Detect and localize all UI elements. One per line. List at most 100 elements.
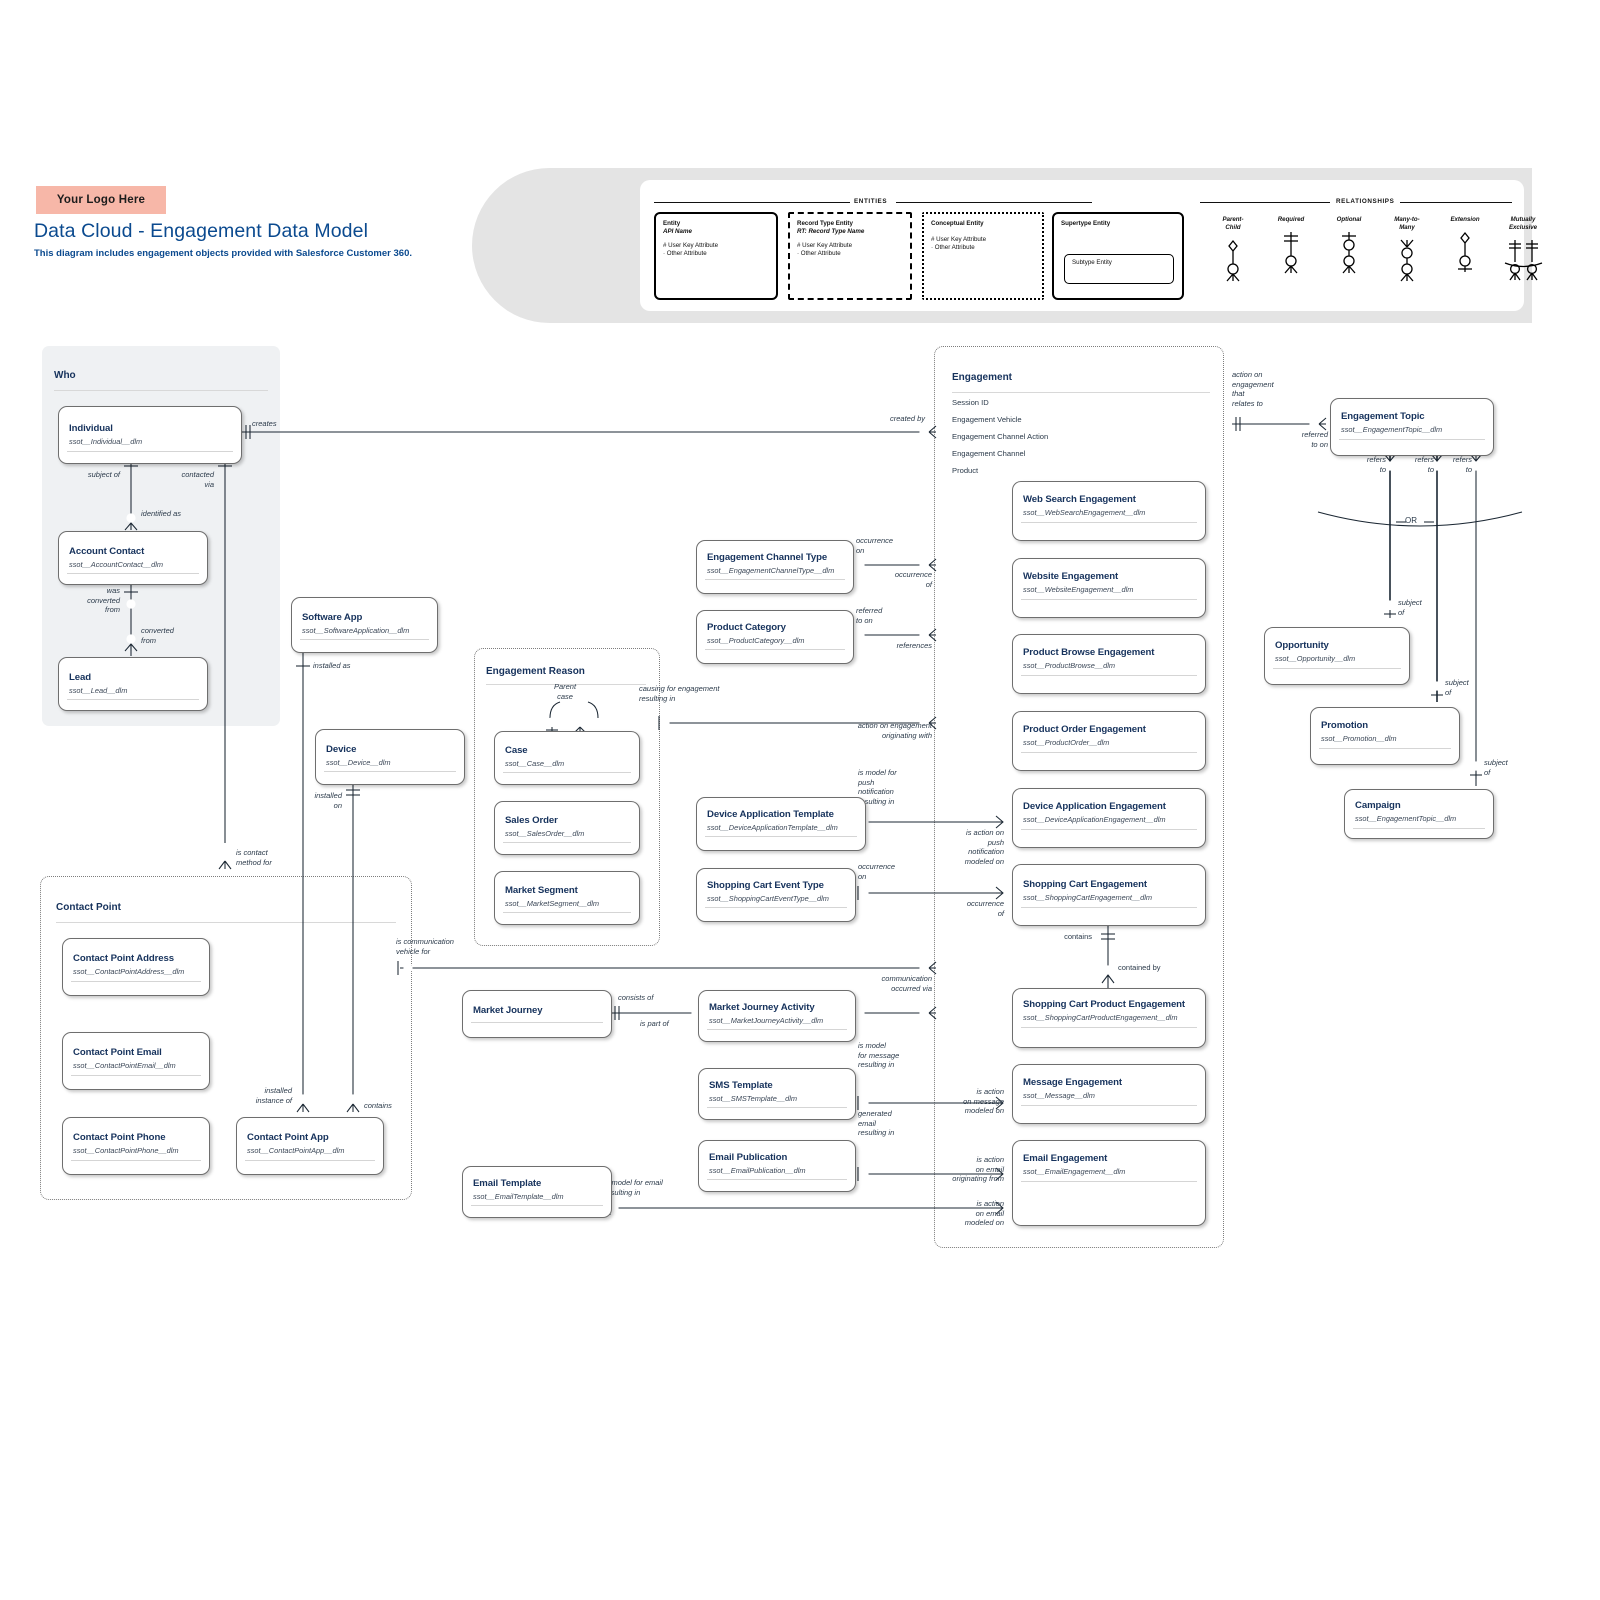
engagement-attr-4: Product: [952, 466, 979, 475]
entity-sales-order[interactable]: Sales Order ssot__SalesOrder__dlm: [494, 801, 640, 855]
entity-cp-email-separator: [71, 1075, 201, 1076]
entity-cp-address-name: Contact Point Address: [73, 953, 174, 964]
label-is-model-for-email: is model for email resulting in: [604, 1178, 663, 1197]
entity-email-publication[interactable]: Email Publication ssot__EmailPublication…: [698, 1140, 856, 1192]
label-subject-of-promotion: subject of: [1445, 678, 1469, 697]
entity-engagement-topic-api: ssot__EngagementTopic__dlm: [1341, 425, 1443, 434]
entity-cp-phone-api: ssot__ContactPointPhone__dlm: [73, 1146, 179, 1155]
entity-campaign-name: Campaign: [1355, 800, 1401, 811]
engagement-attr-2: Engagement Channel Action: [952, 432, 1049, 441]
label-contacted-via: contacted via: [181, 470, 214, 489]
entity-campaign[interactable]: Campaign ssot__EngagementTopic__dlm: [1344, 789, 1494, 839]
entity-scet-api: ssot__ShoppingCartEventType__dlm: [707, 894, 829, 903]
logo-label: Your Logo Here: [56, 194, 146, 206]
label-referred-to-on-topic: referred to on: [1301, 430, 1328, 449]
entity-cp-app-name: Contact Point App: [247, 1132, 329, 1143]
entity-engagement-channel-type[interactable]: Engagement Channel Type ssot__Engagement…: [696, 540, 854, 594]
label-installed-as: installed as: [313, 661, 351, 670]
entity-dae-name: Device Application Engagement: [1023, 801, 1166, 812]
engagement-attr-3: Engagement Channel: [952, 449, 1026, 458]
legend-entities-caption: ENTITIES: [854, 198, 888, 205]
entity-engagement-topic[interactable]: Engagement Topic ssot__EngagementTopic__…: [1330, 398, 1494, 456]
entity-device-application-template[interactable]: Device Application Template ssot__Device…: [696, 797, 866, 851]
entity-opportunity[interactable]: Opportunity ssot__Opportunity__dlm: [1264, 627, 1410, 685]
entity-dat-name: Device Application Template: [707, 809, 834, 820]
entity-market-journey-name: Market Journey: [473, 1005, 543, 1016]
entity-market-segment-separator: [503, 912, 631, 913]
entity-website-eng-separator: [1021, 599, 1197, 600]
entity-cp-email-api: ssot__ContactPointEmail__dlm: [73, 1061, 176, 1070]
legend-ce-other: · Other Attribute: [931, 244, 975, 251]
entity-contact-point-app[interactable]: Contact Point App ssot__ContactPointApp_…: [236, 1117, 384, 1175]
label-installed-instance-of: installed instance of: [255, 1086, 292, 1105]
entity-market-journey[interactable]: Market Journey: [462, 990, 612, 1038]
entity-product-order-engagement[interactable]: Product Order Engagement ssot__ProductOr…: [1012, 711, 1206, 771]
entity-shopping-cart-product-engagement[interactable]: Shopping Cart Product Engagement ssot__S…: [1012, 988, 1206, 1048]
entity-individual[interactable]: Individual ssot__Individual__dlm: [58, 406, 242, 464]
entity-product-category[interactable]: Product Category ssot__ProductCategory__…: [696, 610, 854, 664]
entity-dat-separator: [705, 836, 857, 837]
entity-shopping-cart-event-type[interactable]: Shopping Cart Event Type ssot__ShoppingC…: [696, 868, 856, 922]
entity-pbe-name: Product Browse Engagement: [1023, 647, 1155, 658]
entity-case-api: ssot__Case__dlm: [505, 759, 565, 768]
entity-website-engagement[interactable]: Website Engagement ssot__WebsiteEngageme…: [1012, 558, 1206, 618]
legend-rt-other: · Other Attribute: [797, 250, 841, 257]
legend-ce-key: # User Key Attribute: [931, 236, 987, 243]
legend-entity-supertype: Supertype Entity Subtype Entity: [1052, 212, 1184, 300]
entity-software-app[interactable]: Software App ssot__SoftwareApplication__…: [291, 597, 438, 653]
entity-contact-point-phone[interactable]: Contact Point Phone ssot__ContactPointPh…: [62, 1117, 210, 1175]
entity-contact-point-address[interactable]: Contact Point Address ssot__ContactPoint…: [62, 938, 210, 996]
label-consists-of: consists of: [618, 993, 654, 1002]
entity-opportunity-separator: [1273, 668, 1401, 669]
legend-rt-key: # User Key Attribute: [797, 242, 853, 249]
entity-contact-point-email[interactable]: Contact Point Email ssot__ContactPointEm…: [62, 1032, 210, 1090]
entity-pbe-api: ssot__ProductBrowse__dlm: [1023, 661, 1116, 670]
entity-engagement-topic-name: Engagement Topic: [1341, 411, 1425, 422]
entity-individual-api: ssot__Individual__dlm: [69, 437, 143, 446]
entity-sce-separator: [1021, 907, 1197, 908]
label-contains-cart: contains: [1064, 932, 1092, 941]
label-is-action-on-message: is action on message modeled on: [963, 1087, 1004, 1115]
entity-message-eng-separator: [1021, 1105, 1197, 1106]
label-is-action-on-email-originating: is action on email originating from: [952, 1155, 1004, 1183]
entity-promotion[interactable]: Promotion ssot__Promotion__dlm: [1310, 707, 1460, 765]
group-engagement-title: Engagement: [952, 372, 1013, 383]
entity-website-eng-name: Website Engagement: [1023, 571, 1119, 582]
entity-email-engagement[interactable]: Email Engagement ssot__EmailEngagement__…: [1012, 1140, 1206, 1226]
entity-web-search-engagement[interactable]: Web Search Engagement ssot__WebSearchEng…: [1012, 481, 1206, 541]
entity-account-contact-api: ssot__AccountContact__dlm: [69, 560, 164, 569]
entity-individual-name: Individual: [69, 423, 113, 434]
legend-rt-name: Record Type Entity: [797, 220, 853, 227]
legend-ce-name: Conceptual Entity: [931, 220, 984, 227]
entity-device-application-engagement[interactable]: Device Application Engagement ssot__Devi…: [1012, 788, 1206, 848]
entity-market-journey-activity[interactable]: Market Journey Activity ssot__MarketJour…: [698, 990, 856, 1042]
label-is-model-for-message: is model for message resulting in: [858, 1041, 900, 1069]
legend-rule-right: [896, 202, 1092, 203]
entity-scpe-separator: [1021, 1027, 1197, 1028]
page-title: Data Cloud - Engagement Data Model: [34, 220, 369, 242]
mutually-exclusive-icon: [1486, 236, 1560, 289]
label-causing-for-engagement: causing for engagement resulting in: [639, 684, 720, 703]
entity-email-publication-api: ssot__EmailPublication__dlm: [709, 1166, 806, 1175]
legend-entity-name: Entity: [663, 220, 681, 227]
entity-scet-separator: [705, 907, 847, 908]
entity-market-segment[interactable]: Market Segment ssot__MarketSegment__dlm: [494, 871, 640, 925]
entity-lead[interactable]: Lead ssot__Lead__dlm: [58, 657, 208, 711]
entity-product-browse-engagement[interactable]: Product Browse Engagement ssot__ProductB…: [1012, 634, 1206, 694]
entity-dat-api: ssot__DeviceApplicationTemplate__dlm: [707, 823, 838, 832]
entity-account-contact[interactable]: Account Contact ssot__AccountContact__dl…: [58, 531, 208, 585]
entity-email-template[interactable]: Email Template ssot__EmailTemplate__dlm: [462, 1166, 612, 1218]
entity-email-eng-name: Email Engagement: [1023, 1153, 1108, 1164]
entity-device[interactable]: Device ssot__Device__dlm: [315, 729, 465, 785]
label-creates: creates: [252, 419, 277, 428]
entity-case[interactable]: Case ssot__Case__dlm: [494, 731, 640, 785]
label-generated-email: generated email resulting in: [858, 1109, 895, 1137]
legend-entity-solid: Entity API Name # User Key Attribute · O…: [654, 212, 778, 300]
entity-shopping-cart-engagement[interactable]: Shopping Cart Engagement ssot__ShoppingC…: [1012, 864, 1206, 926]
label-is-action-on-push: is action on push notification modeled o…: [964, 828, 1004, 866]
entity-campaign-api: ssot__EngagementTopic__dlm: [1355, 814, 1457, 823]
entity-sms-template[interactable]: SMS Template ssot__SMSTemplate__dlm: [698, 1068, 856, 1120]
entity-message-engagement[interactable]: Message Engagement ssot__Message__dlm: [1012, 1064, 1206, 1124]
entity-cp-phone-name: Contact Point Phone: [73, 1132, 166, 1143]
entity-email-template-separator: [471, 1205, 603, 1206]
